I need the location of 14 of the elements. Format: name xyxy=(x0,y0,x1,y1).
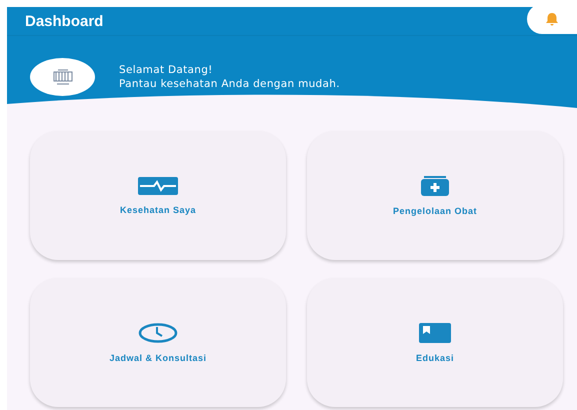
menu-card[interactable]: Jadwal & Konsultasi xyxy=(30,278,286,407)
bell-icon xyxy=(544,12,560,26)
menu-card[interactable]: Edukasi xyxy=(307,278,563,407)
clock-icon xyxy=(138,322,178,342)
book-icon xyxy=(419,322,451,342)
heart-rate-icon xyxy=(138,176,178,194)
welcome-subtitle: Pantau kesehatan Anda dengan mudah. xyxy=(119,78,340,90)
welcome-heading: Selamat Datang! xyxy=(119,64,214,76)
building-icon xyxy=(52,68,74,86)
notification-button[interactable] xyxy=(527,4,577,34)
menu-card[interactable]: Kesehatan Saya xyxy=(30,131,286,260)
menu-card[interactable]: Pengelolaan Obat xyxy=(307,131,563,260)
medicine-box-icon xyxy=(421,176,449,196)
app-title: Dashboard xyxy=(25,12,104,30)
